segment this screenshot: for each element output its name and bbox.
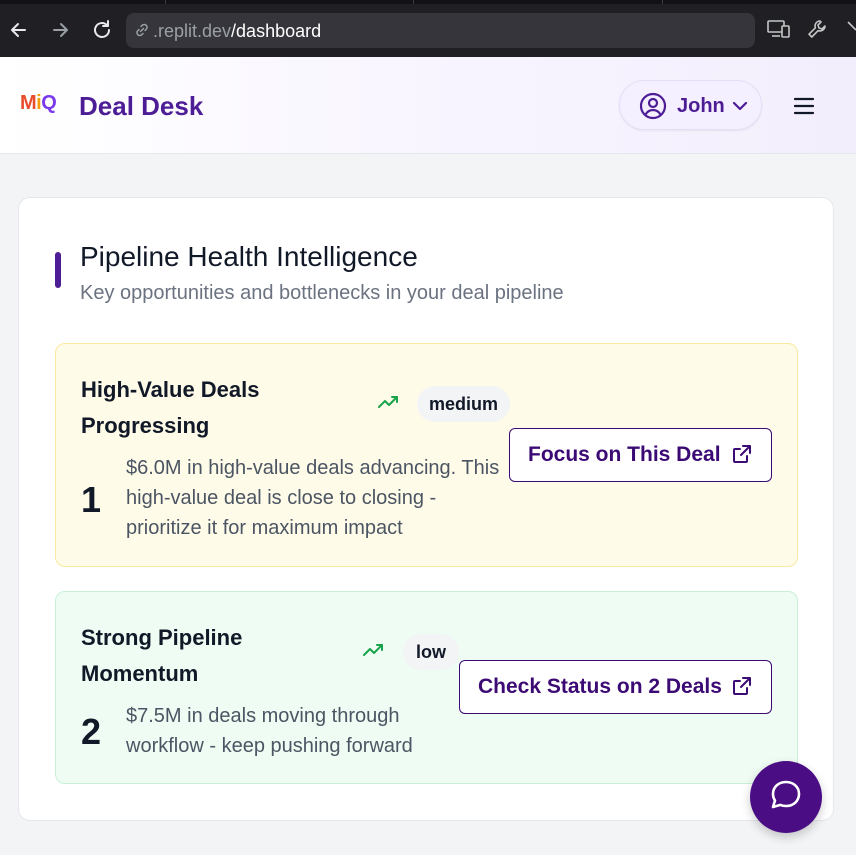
- card-title: Pipeline Health Intelligence: [80, 241, 418, 272]
- insight-description: $7.5M in deals moving through workflow -…: [126, 705, 413, 757]
- trending-up-icon: [363, 642, 385, 663]
- reload-icon[interactable]: [88, 16, 116, 44]
- check-status-button[interactable]: Check Status on 2 Deals: [459, 660, 772, 714]
- severity-badge: medium: [417, 386, 510, 422]
- external-link-icon: [731, 443, 753, 471]
- overflow-icon[interactable]: [846, 18, 856, 45]
- focus-on-deal-button[interactable]: Focus on This Deal: [509, 428, 772, 482]
- insight-card-high-value-deals: High-Value Deals Progressing medium 1 $6…: [55, 343, 798, 567]
- url-text: .replit.dev/dashboard: [153, 21, 322, 41]
- deal-count: 2: [81, 711, 102, 752]
- user-name: John: [677, 95, 725, 117]
- insight-card-pipeline-momentum: Strong Pipeline Momentum low 2 $7.5M in …: [55, 591, 798, 784]
- user-menu-button[interactable]: John: [619, 80, 762, 130]
- company-logo[interactable]: MiQ: [20, 92, 57, 115]
- chat-bubble-icon: [768, 777, 804, 818]
- link-icon: [134, 22, 150, 43]
- external-link-icon: [731, 675, 753, 703]
- severity-badge: low: [403, 634, 459, 670]
- deal-count: 1: [81, 479, 102, 520]
- devices-icon[interactable]: [767, 18, 791, 45]
- insight-title: Strong Pipeline Momentum: [81, 625, 243, 686]
- insight-title: High-Value Deals Progressing: [81, 377, 260, 438]
- back-icon[interactable]: [5, 16, 33, 44]
- hamburger-menu-icon[interactable]: [792, 95, 816, 117]
- app-title: Deal Desk: [79, 91, 204, 121]
- pipeline-health-card: Pipeline Health Intelligence Key opportu…: [18, 197, 834, 821]
- button-label: Check Status on 2 Deals: [478, 675, 722, 698]
- user-circle-icon: [639, 92, 667, 125]
- browser-chrome: .replit.dev/dashboard: [0, 0, 856, 57]
- trending-up-icon: [378, 394, 400, 415]
- wrench-icon[interactable]: [806, 18, 828, 45]
- card-subtitle: Key opportunities and bottlenecks in you…: [80, 282, 564, 304]
- tab-strip: [0, 0, 856, 4]
- chat-button[interactable]: [750, 761, 822, 833]
- app-header: MiQ Deal Desk John: [0, 57, 856, 154]
- insight-description: $6.0M in high-value deals advancing. Thi…: [126, 457, 500, 539]
- title-accent-bar: [55, 252, 61, 288]
- forward-icon[interactable]: [46, 16, 74, 44]
- address-bar[interactable]: .replit.dev/dashboard: [126, 13, 755, 48]
- button-label: Focus on This Deal: [528, 443, 721, 466]
- chevron-down-icon: [732, 99, 748, 117]
